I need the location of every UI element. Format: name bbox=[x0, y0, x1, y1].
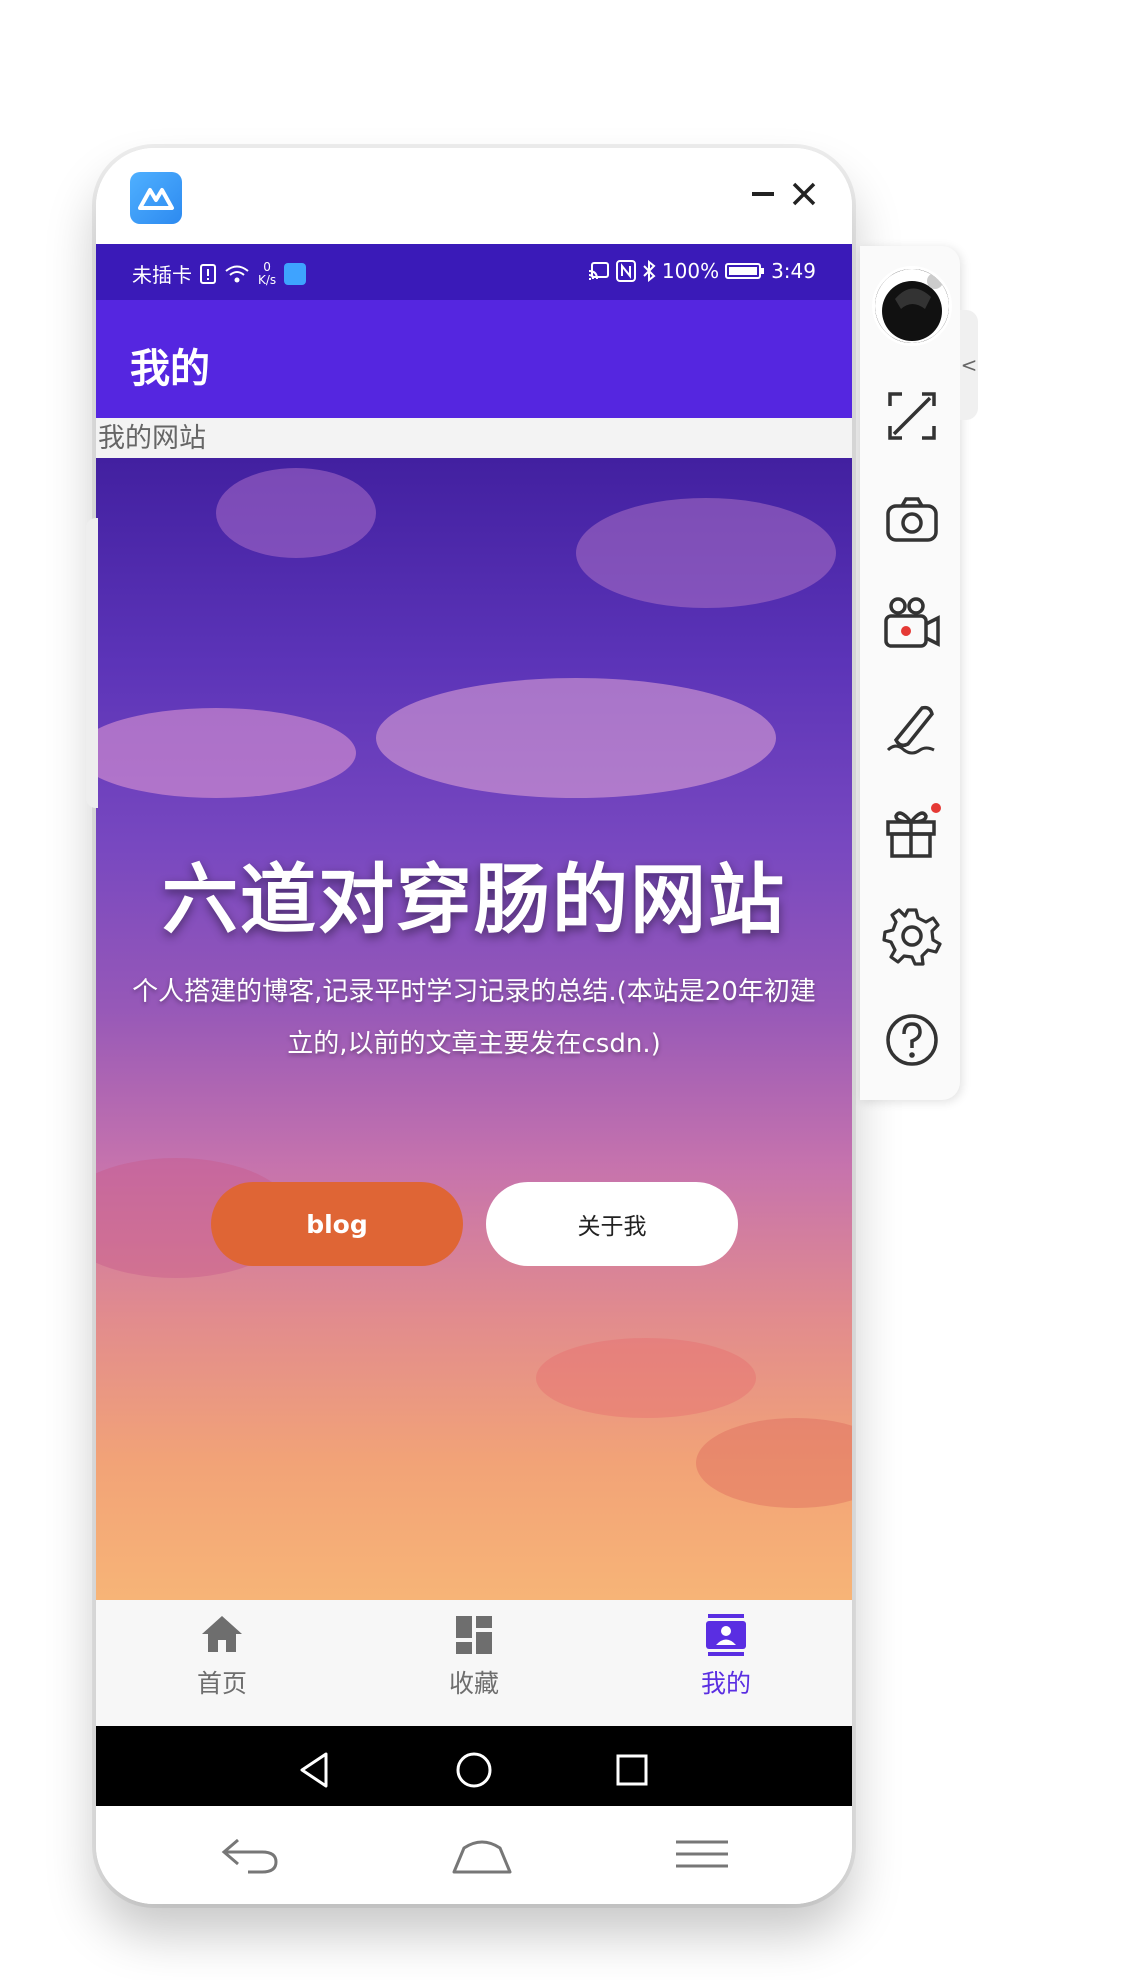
fullscreen-icon[interactable] bbox=[882, 386, 942, 446]
nav-item-favorites[interactable]: 收藏 bbox=[348, 1612, 600, 1716]
record-icon[interactable] bbox=[882, 594, 942, 654]
nav-label-favorites: 收藏 bbox=[448, 1669, 499, 1698]
app-bar-title: 我的 bbox=[130, 346, 210, 392]
window-edge-decoration bbox=[86, 518, 98, 808]
back-arrow-icon[interactable] bbox=[218, 1832, 282, 1878]
webview-heading: 我的网站 bbox=[96, 418, 852, 458]
about-me-button[interactable]: 关于我 bbox=[486, 1182, 738, 1266]
blog-button[interactable]: blog bbox=[211, 1182, 463, 1266]
sim-alert-icon bbox=[200, 263, 216, 284]
recents-square-icon[interactable] bbox=[608, 1746, 656, 1794]
home-icon bbox=[202, 1616, 242, 1652]
nav-item-home[interactable]: 首页 bbox=[96, 1612, 348, 1716]
minimize-icon[interactable] bbox=[746, 174, 782, 214]
window-titlebar bbox=[96, 148, 852, 244]
website-hero[interactable]: 六道对穿肠的网站 个人搭建的博客,记录平时学习记录的总结.(本站是20年初建立的… bbox=[96, 458, 852, 1600]
bluetooth-icon bbox=[643, 260, 656, 282]
nav-label-home: 首页 bbox=[196, 1669, 247, 1698]
hero-description: 个人搭建的博客,记录平时学习记录的总结.(本站是20年初建立的,以前的文章主要发… bbox=[132, 977, 816, 1059]
mirror-host-navigation bbox=[96, 1806, 852, 1904]
home-outline-icon[interactable] bbox=[450, 1832, 514, 1878]
battery-percent: 100% bbox=[661, 259, 720, 283]
mirroring-notification-icon bbox=[284, 262, 307, 285]
app-bar: 我的 bbox=[96, 300, 852, 418]
user-avatar[interactable] bbox=[872, 266, 952, 346]
screenshot-icon[interactable] bbox=[882, 490, 942, 550]
close-icon[interactable] bbox=[786, 174, 822, 214]
device-screen: 未插卡 0 K/s 100% 3:49 我的 我的网站 六道对穿肠的网站 个人搭… bbox=[96, 244, 852, 1812]
hero-cloud bbox=[376, 678, 776, 798]
contact-icon bbox=[706, 1614, 746, 1656]
net-speed: 0 K/s bbox=[258, 259, 277, 287]
hero-cloud bbox=[696, 1418, 852, 1508]
back-triangle-icon[interactable] bbox=[292, 1746, 340, 1794]
home-circle-icon[interactable] bbox=[450, 1746, 498, 1794]
battery-icon bbox=[725, 263, 765, 279]
net-speed-value: 0 bbox=[263, 259, 271, 274]
mirroring-app-logo-icon bbox=[130, 172, 182, 224]
hero-cloud bbox=[536, 1338, 756, 1418]
nav-item-mine[interactable]: 我的 bbox=[600, 1612, 852, 1716]
clock: 3:49 bbox=[771, 259, 816, 283]
wifi-icon bbox=[225, 265, 249, 282]
hero-cloud bbox=[96, 708, 356, 798]
collapse-toolbar-button[interactable]: < bbox=[960, 310, 978, 420]
draw-icon[interactable] bbox=[882, 698, 942, 758]
hero-cloud bbox=[216, 468, 376, 558]
net-speed-unit: K/s bbox=[258, 272, 277, 287]
settings-icon[interactable] bbox=[882, 906, 942, 966]
bottom-navigation: 首页 收藏 我的 bbox=[96, 1600, 852, 1726]
nav-label-mine: 我的 bbox=[700, 1669, 751, 1698]
hero-cloud bbox=[576, 498, 836, 608]
dashboard-icon bbox=[456, 1616, 492, 1654]
cast-icon bbox=[588, 262, 609, 280]
phone-window: 未插卡 0 K/s 100% 3:49 我的 我的网站 六道对穿肠的网站 个人搭… bbox=[96, 148, 852, 1904]
side-toolbar bbox=[860, 246, 960, 1100]
gift-icon[interactable] bbox=[882, 802, 942, 862]
carrier-text: 未插卡 bbox=[132, 263, 192, 287]
system-navigation-bar bbox=[96, 1726, 852, 1812]
help-icon[interactable] bbox=[882, 1010, 942, 1070]
status-bar: 未插卡 0 K/s 100% 3:49 bbox=[96, 244, 852, 300]
nfc-icon bbox=[615, 260, 636, 282]
menu-icon[interactable] bbox=[670, 1832, 734, 1878]
hero-title: 六道对穿肠的网站 bbox=[162, 855, 786, 944]
